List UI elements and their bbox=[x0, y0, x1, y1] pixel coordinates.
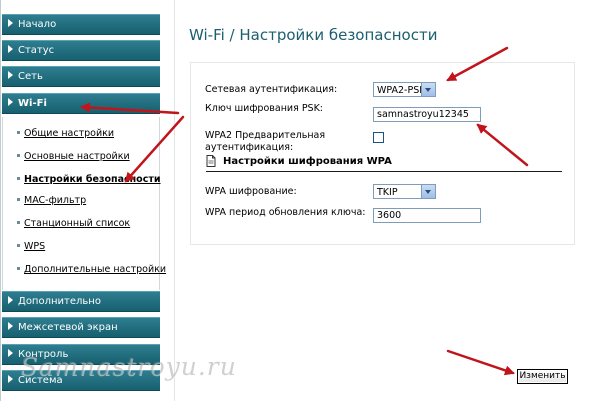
submenu-item-advanced[interactable]: Дополнительные настройки bbox=[17, 264, 166, 275]
auth-select-value: WPA2-PSK bbox=[377, 85, 426, 96]
section-divider bbox=[206, 171, 562, 172]
psk-label: Ключ шифрования PSK: bbox=[205, 103, 324, 114]
submenu-item-security[interactable]: Настройки безопасности bbox=[17, 174, 161, 185]
auth-label: Сетевая аутентификация: bbox=[205, 84, 338, 95]
cipher-label: WPA шифрование: bbox=[205, 186, 297, 197]
sidebar-item-label: Межсетевой экран bbox=[18, 322, 118, 333]
rekey-input[interactable]: 3600 bbox=[373, 208, 481, 223]
sidebar-item-wifi[interactable]: Wi-Fi bbox=[2, 93, 160, 114]
sidebar-item-label: Статус bbox=[18, 45, 55, 56]
preauth-checkbox[interactable] bbox=[373, 132, 384, 143]
rekey-label: WPA период обновления ключа: bbox=[205, 207, 366, 218]
wifi-submenu: Общие настройки Основные настройки Настр… bbox=[2, 117, 166, 290]
apply-button[interactable]: Изменить bbox=[517, 369, 568, 384]
submenu-item-station-list[interactable]: Станционный список bbox=[17, 218, 130, 229]
wpa-section-title: Настройки шифрования WPA bbox=[223, 156, 392, 167]
auth-select[interactable]: WPA2-PSK bbox=[373, 82, 436, 97]
triangle-right-icon bbox=[8, 19, 13, 27]
triangle-right-icon bbox=[8, 322, 13, 330]
sidebar-item-firewall[interactable]: Межсетевой экран bbox=[2, 317, 160, 338]
triangle-right-icon bbox=[8, 296, 13, 304]
triangle-right-icon bbox=[8, 375, 13, 383]
sidebar-item-label: Дополнительно bbox=[18, 296, 101, 307]
page-title: Wi-Fi / Настройки безопасности bbox=[189, 26, 438, 44]
preauth-label-line1: WPA2 Предварительная bbox=[205, 130, 326, 141]
psk-input[interactable]: samnastroyu12345 bbox=[373, 107, 481, 122]
cipher-select-value: TKIP bbox=[377, 187, 398, 198]
document-icon bbox=[206, 155, 216, 167]
triangle-right-icon bbox=[8, 349, 13, 357]
sidebar-item-status[interactable]: Статус bbox=[2, 40, 160, 61]
submenu-item-general[interactable]: Общие настройки bbox=[17, 128, 114, 139]
sidebar-item-label: Сеть bbox=[18, 71, 43, 82]
sidebar-item-home[interactable]: Начало bbox=[2, 14, 160, 35]
triangle-right-icon bbox=[8, 45, 13, 53]
watermark-text: Samnastroyu.ru bbox=[20, 352, 237, 381]
sidebar: Начало Статус Сеть Wi-Fi Общие настройки… bbox=[0, 0, 166, 401]
submenu-item-wps[interactable]: WPS bbox=[17, 241, 45, 252]
sidebar-item-label: Начало bbox=[18, 19, 57, 30]
content-divider bbox=[174, 0, 175, 401]
cipher-select[interactable]: TKIP bbox=[373, 184, 436, 199]
preauth-label-line2: аутентификация: bbox=[205, 142, 294, 153]
sidebar-item-network[interactable]: Сеть bbox=[2, 66, 160, 87]
triangle-right-icon bbox=[8, 98, 13, 106]
triangle-right-icon bbox=[8, 71, 13, 79]
submenu-item-mac-filter[interactable]: MAC-фильтр bbox=[17, 195, 86, 206]
sidebar-item-label: Wi-Fi bbox=[18, 98, 47, 109]
sidebar-item-advanced[interactable]: Дополнительно bbox=[2, 291, 160, 312]
submenu-item-basic[interactable]: Основные настройки bbox=[17, 151, 130, 162]
sidebar-border bbox=[0, 0, 1, 401]
arrow-to-apply bbox=[446, 349, 515, 376]
chevron-down-icon[interactable] bbox=[421, 185, 435, 198]
chevron-down-icon[interactable] bbox=[421, 83, 435, 96]
